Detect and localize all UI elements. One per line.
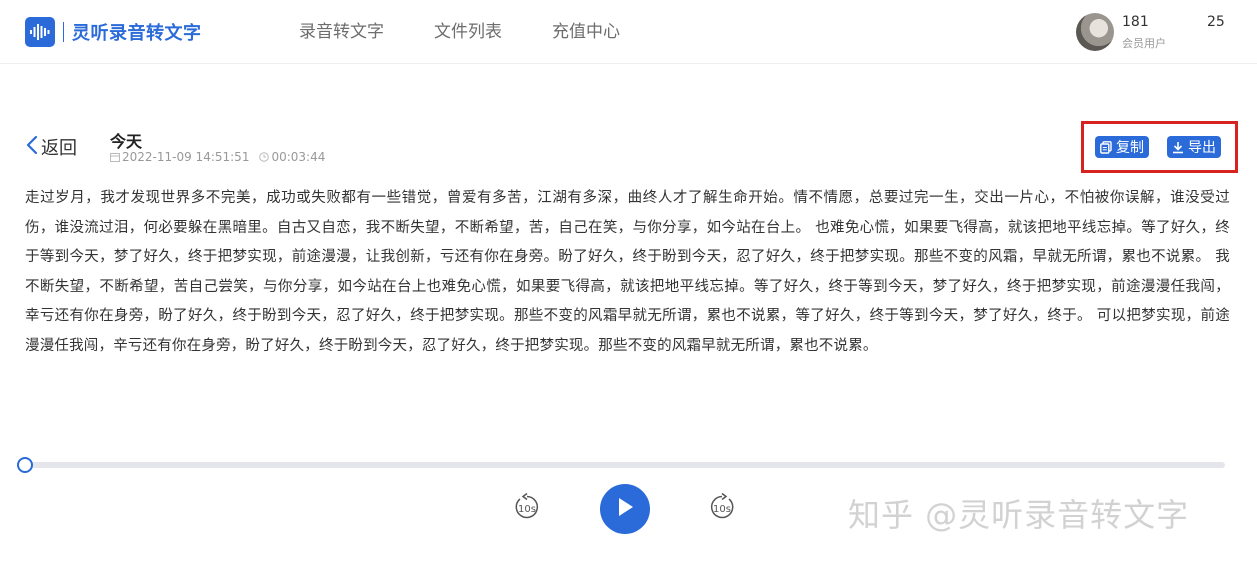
file-date-text: 2022-11-09 14:51:51 [122, 150, 250, 164]
nav-item-file-list[interactable]: 文件列表 [434, 20, 502, 44]
app-logo[interactable]: 灵听录音转文字 [25, 17, 202, 47]
progress-bar[interactable] [25, 462, 1225, 468]
copy-icon [1100, 140, 1112, 154]
top-header: 灵听录音转文字 录音转文字 文件列表 充值中心 181 会员用户 25 [0, 0, 1257, 64]
file-meta: 2022-11-09 14:51:51 00:03:44 [110, 150, 325, 164]
copy-button[interactable]: 复制 [1095, 136, 1149, 158]
main-nav: 录音转文字 文件列表 充值中心 [299, 20, 670, 44]
play-icon [615, 496, 635, 522]
clock-icon [259, 152, 270, 162]
transcript-text: 走过岁月，我才发现世界多不完美，成功或失败都有一些错觉，曾爱有多苦，江湖有多深，… [25, 190, 1230, 354]
forward-10s-button[interactable]: 10s [706, 491, 738, 527]
rewind-icon: 10s [511, 491, 543, 527]
user-id-suffix: 25 [1207, 14, 1225, 30]
file-title: 今天 [110, 132, 143, 151]
user-role: 会员用户 [1122, 37, 1166, 50]
copy-label: 复制 [1116, 140, 1144, 156]
download-icon [1172, 141, 1184, 154]
progress-handle[interactable] [17, 457, 33, 473]
chevron-left-icon [25, 135, 39, 159]
waveform-logo-icon [25, 17, 55, 47]
play-button[interactable] [600, 484, 650, 534]
back-label: 返回 [41, 138, 77, 159]
file-duration: 00:03:44 [259, 150, 325, 164]
back-button[interactable]: 返回 [25, 134, 77, 160]
calendar-icon [110, 152, 120, 162]
nav-item-transcribe[interactable]: 录音转文字 [299, 20, 384, 44]
forward-label: 10s [713, 504, 731, 515]
rewind-10s-button[interactable]: 10s [511, 491, 543, 527]
watermark: 知乎 @灵听录音转文字 [848, 496, 1190, 534]
export-label: 导出 [1188, 140, 1216, 156]
nav-item-recharge[interactable]: 充值中心 [552, 20, 620, 44]
forward-icon: 10s [706, 491, 738, 527]
export-button[interactable]: 导出 [1167, 136, 1221, 158]
rewind-label: 10s [518, 504, 536, 515]
avatar[interactable] [1076, 13, 1114, 51]
logo-text: 灵听录音转文字 [72, 23, 202, 44]
file-duration-text: 00:03:44 [271, 150, 326, 164]
file-date: 2022-11-09 14:51:51 [110, 150, 249, 164]
logo-divider [63, 22, 64, 42]
user-name: 181 [1122, 14, 1149, 30]
